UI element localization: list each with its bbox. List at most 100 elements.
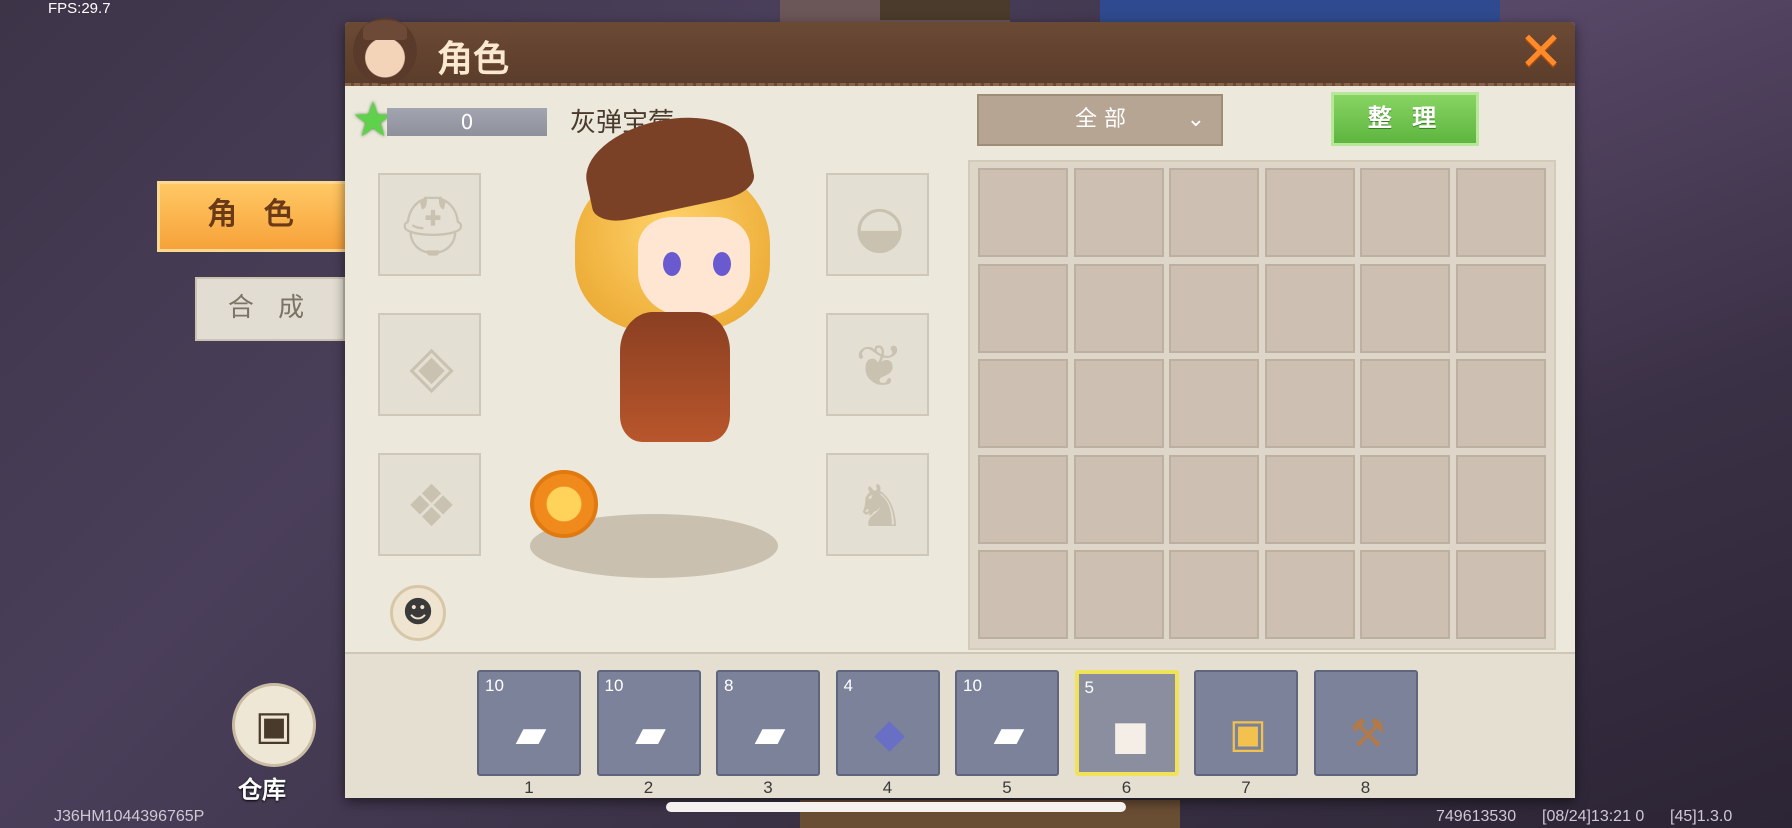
hotbar-slot-number: 5	[1002, 778, 1012, 797]
inventory-slot[interactable]	[1073, 263, 1164, 353]
item-count: 8	[724, 676, 734, 695]
inventory-slot[interactable]	[978, 168, 1068, 257]
item-icon: ▰	[515, 711, 547, 757]
inventory-slot[interactable]	[1169, 454, 1259, 544]
inventory-slot[interactable]	[1360, 550, 1450, 639]
boots-slot-icon: ◒	[854, 192, 905, 260]
inventory-slot[interactable]	[1360, 454, 1450, 544]
filter-label: 全 部	[1075, 107, 1126, 132]
equip-slot-chest[interactable]: ◈	[378, 313, 481, 416]
inventory-slot[interactable]	[978, 454, 1068, 544]
equip-slot-accessory[interactable]: ❦	[826, 313, 929, 416]
equip-slot-boots[interactable]: ◒	[826, 173, 929, 276]
version: [45]1.3.0	[1670, 808, 1733, 825]
orange-icon	[530, 470, 598, 538]
inventory-slot[interactable]	[1360, 359, 1450, 448]
hotbar-slot-2[interactable]: 10 ▰	[596, 670, 701, 776]
inventory-slot[interactable]	[1264, 263, 1355, 353]
close-icon[interactable]: ✕	[1515, 25, 1567, 80]
item-icon: ▰	[993, 711, 1025, 757]
filter-dropdown[interactable]: 全 部 ⌄	[977, 94, 1223, 146]
avatar	[353, 18, 417, 84]
character-eye	[663, 252, 681, 276]
item-icon: ■	[1111, 713, 1150, 759]
hotbar-slot-4[interactable]: 4 ◆	[835, 670, 940, 776]
tab-role[interactable]: 角 色	[157, 181, 352, 252]
item-count: 10	[485, 676, 504, 695]
tab-craft[interactable]: 合 成	[195, 277, 345, 341]
inventory-slot[interactable]	[1169, 263, 1259, 353]
inventory-slot[interactable]	[1264, 550, 1355, 639]
hotbar-slot-6[interactable]: 5 ■	[1074, 670, 1179, 776]
inventory-slot[interactable]	[1169, 168, 1259, 257]
hotbar-slot-number: 7	[1241, 778, 1251, 797]
accessory-slot-icon: ❦	[855, 332, 904, 400]
item-count: 5	[1084, 678, 1094, 697]
equip-slot-pet[interactable]: ❖	[378, 453, 481, 556]
hotbar-slot-5[interactable]: 10 ▰	[955, 670, 1059, 776]
inventory-slot[interactable]	[1455, 263, 1546, 353]
item-count: 10	[963, 676, 982, 695]
hotbar-slot-3[interactable]: 8 ▰	[716, 670, 820, 776]
background-scene	[1100, 0, 1500, 22]
warehouse-label: 仓库	[238, 776, 286, 804]
score-value: 0	[387, 108, 547, 136]
hotbar-slot-number: 3	[763, 778, 773, 797]
inventory-slot[interactable]	[1455, 550, 1546, 639]
hotbar-slot-1[interactable]: 10 ▰	[477, 670, 581, 776]
page-title: 角色	[437, 39, 510, 80]
inventory-slot[interactable]	[1169, 550, 1259, 639]
inventory-slot[interactable]	[1360, 168, 1450, 257]
timestamp: [08/24]13:21 0	[1542, 808, 1645, 825]
equip-slot-helmet[interactable]: ⛑	[378, 173, 481, 276]
inventory-slot[interactable]	[1455, 168, 1546, 257]
home-indicator[interactable]	[666, 802, 1126, 812]
inventory-slot[interactable]	[1073, 168, 1164, 257]
item-count: 10	[604, 676, 624, 695]
title-bar: 角色 ✕	[345, 18, 1575, 86]
fps-counter: FPS:29.7	[48, 0, 111, 17]
inventory-slot[interactable]	[1264, 168, 1355, 257]
mount-slot-icon: ♞	[853, 472, 906, 540]
inventory-slot[interactable]	[1169, 359, 1259, 448]
inventory-slot[interactable]	[1073, 359, 1164, 448]
hotbar-slot-number: 6	[1121, 778, 1132, 797]
warehouse-button[interactable]: ▣	[232, 683, 316, 767]
user-id: 749613530	[1436, 808, 1517, 825]
inventory-slot[interactable]	[978, 263, 1068, 353]
role-panel: 角色 ✕ ★ 0 灰弹宝莓 ⛑ ◈ ❖ ◒ ❦ ♞ ☻ 全 部 ⌄ 整 理 10…	[345, 18, 1575, 798]
inventory-slot[interactable]	[1360, 263, 1450, 353]
hotbar-slot-8[interactable]: ⚒	[1313, 670, 1418, 776]
pet-slot-icon: ❖	[405, 472, 458, 540]
inventory-slot[interactable]	[978, 550, 1068, 639]
chest-armor-slot-icon: ◈	[409, 332, 454, 400]
item-icon: ▰	[754, 711, 786, 757]
sort-button[interactable]: 整 理	[1331, 92, 1479, 146]
hotbar-slot-number: 2	[643, 778, 654, 797]
hotbar-slot-7[interactable]: ▣	[1194, 670, 1298, 776]
item-icon: ▰	[635, 711, 666, 757]
inventory-slot[interactable]	[1455, 454, 1546, 544]
inventory-slot[interactable]	[1264, 454, 1355, 544]
character-eye	[713, 252, 731, 276]
equip-slot-mount[interactable]: ♞	[826, 453, 929, 556]
character-body	[620, 312, 730, 442]
item-icon: ⚒	[1349, 711, 1386, 757]
background-scene	[880, 0, 1010, 20]
item-icon: ◆	[874, 711, 905, 757]
inventory-slot[interactable]	[1264, 359, 1355, 448]
inventory-slot[interactable]	[978, 359, 1068, 448]
item-icon: ▣	[1229, 711, 1267, 757]
inventory-slot[interactable]	[1073, 454, 1164, 544]
inventory-slot[interactable]	[1455, 359, 1546, 448]
chevron-down-icon: ⌄	[1186, 107, 1205, 132]
character-face	[638, 217, 750, 317]
device-id: J36HM1044396765P	[54, 808, 205, 825]
hotbar-slot-number: 4	[882, 778, 893, 797]
hotbar-slot-number: 8	[1360, 778, 1371, 797]
helmet-slot-icon: ⛑	[396, 192, 470, 260]
inventory-grid	[968, 160, 1556, 650]
inventory-slot[interactable]	[1073, 550, 1164, 639]
hotbar-slot-number: 1	[524, 778, 534, 797]
skin-avatar-button[interactable]: ☻	[390, 585, 446, 641]
